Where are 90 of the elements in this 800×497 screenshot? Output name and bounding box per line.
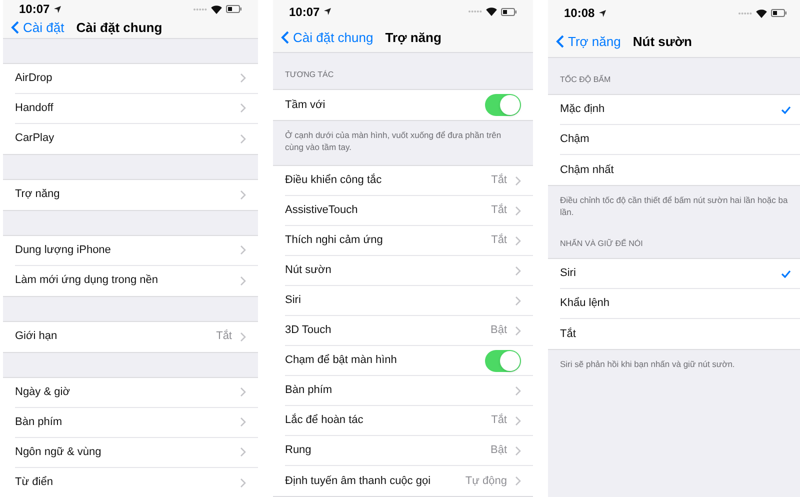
signal-dots-icon	[193, 8, 207, 10]
chevron-left-icon	[11, 21, 19, 34]
nav-title: Trợ năng	[385, 29, 442, 48]
chevron-right-icon[interactable]	[515, 326, 521, 336]
setting-label: Siri	[560, 266, 577, 282]
back-button[interactable]: Trợ năng	[556, 32, 621, 52]
setting-label: Điều khiển công tắc	[285, 172, 383, 188]
chevron-right-icon[interactable]	[240, 245, 246, 255]
setting-label: Giới hạn	[15, 329, 58, 344]
nav-title: Cài đặt chung	[76, 19, 162, 37]
chevron-right-icon[interactable]	[240, 276, 246, 286]
chevron-right-icon[interactable]	[515, 296, 521, 306]
setting-label: Bàn phím	[285, 383, 334, 398]
setting-label: Chậm nhất	[560, 162, 615, 178]
setting-value: Tắt	[491, 232, 507, 248]
chevron-right-icon[interactable]	[515, 416, 521, 426]
setting-value: Tự động	[465, 474, 507, 489]
wifi-icon	[756, 8, 767, 18]
nav-title: Nút sườn	[632, 32, 692, 51]
signal-dots-icon	[738, 12, 752, 14]
section-footer: Điều chỉnh tốc độ cần thiết để bấm nút sườn hai lần hoặc ba lần.	[560, 194, 791, 218]
chevron-left-icon	[281, 31, 289, 44]
setting-label: Rung	[285, 443, 312, 458]
chevron-right-icon[interactable]	[240, 332, 246, 342]
chevron-right-icon[interactable]	[515, 386, 521, 396]
location-arrow-icon	[598, 10, 606, 16]
chevron-right-icon[interactable]	[240, 417, 246, 427]
chevron-right-icon[interactable]	[240, 103, 246, 113]
section-header: NHẤN VÀ GIỮ ĐỂ NÓI	[560, 239, 643, 248]
setting-label: Tắt	[560, 326, 577, 342]
chevron-right-icon[interactable]	[515, 236, 521, 246]
chevron-right-icon[interactable]	[515, 176, 521, 186]
setting-label: Lắc để hoàn tác	[285, 412, 364, 428]
section-footer: Ở cạnh dưới của màn hình, vuốt xuống để đưa phần trên cùng vào tầm tay.	[285, 129, 521, 153]
setting-label: CarPlay	[15, 131, 56, 146]
chevron-right-icon[interactable]	[240, 73, 246, 83]
status-time: 10:07	[289, 4, 320, 21]
wifi-icon	[486, 7, 497, 16]
setting-value: Tắt	[216, 328, 232, 344]
setting-label: Ngôn ngữ & vùng	[15, 444, 102, 460]
setting-value: Tắt	[491, 172, 507, 188]
setting-label: AirDrop	[15, 70, 54, 86]
setting-label: Handoff	[15, 100, 54, 116]
chevron-right-icon[interactable]	[240, 387, 246, 397]
chevron-right-icon[interactable]	[240, 134, 246, 144]
chevron-right-icon[interactable]	[515, 476, 521, 486]
battery-icon	[501, 8, 517, 16]
setting-value: Tắt	[491, 412, 507, 428]
back-button[interactable]: Cài đặt	[11, 18, 64, 38]
setting-label: Trợ năng	[15, 187, 61, 202]
chevron-right-icon[interactable]	[515, 446, 521, 456]
chevron-right-icon[interactable]	[515, 206, 521, 216]
setting-label: Dung lượng iPhone	[15, 242, 112, 258]
signal-dots-icon	[468, 10, 482, 14]
chevron-right-icon[interactable]	[240, 478, 246, 488]
setting-label: Chậm	[560, 132, 590, 148]
battery-icon	[226, 5, 242, 13]
toggle-switch[interactable]	[485, 94, 521, 116]
setting-label: Mặc định	[560, 102, 606, 118]
setting-label: 3D Touch	[285, 323, 332, 338]
wifi-icon	[211, 4, 222, 14]
setting-label: Định tuyến âm thanh cuộc gọi	[285, 474, 432, 489]
setting-label: AssistiveTouch	[285, 203, 359, 218]
setting-label: Siri	[285, 293, 302, 308]
setting-label: Chạm để bật màn hình	[285, 353, 398, 368]
setting-value: Bật	[490, 323, 507, 338]
setting-label: Làm mới ứng dụng trong nền	[15, 273, 159, 288]
status-time: 10:07	[19, 1, 50, 18]
setting-label: Tầm với	[285, 98, 326, 113]
chevron-left-icon	[556, 35, 564, 48]
chevron-right-icon[interactable]	[515, 266, 521, 276]
back-button[interactable]: Cài đặt chung	[281, 28, 374, 48]
chevron-right-icon[interactable]	[240, 190, 246, 200]
chevron-right-icon[interactable]	[240, 447, 246, 457]
section-footer: Siri sẽ phản hồi khi bạn nhấn và giữ nút sườn.	[560, 358, 791, 370]
location-arrow-icon	[324, 8, 331, 16]
status-time: 10:08	[564, 5, 595, 22]
setting-label: Nút sườn	[285, 263, 332, 278]
setting-label: Thích nghi cảm ứng	[285, 233, 384, 248]
setting-label: Khẩu lệnh	[560, 296, 611, 312]
location-arrow-icon	[54, 6, 61, 12]
battery-icon	[771, 9, 787, 17]
section-header: TƯƠNG TÁC	[285, 70, 334, 79]
section-header: TỐC ĐỘ BẤM	[560, 75, 611, 84]
setting-value: Tắt	[491, 202, 507, 218]
setting-label: Bàn phím	[15, 414, 64, 430]
setting-label: Ngày & giờ	[15, 384, 71, 400]
toggle-switch[interactable]	[485, 350, 521, 372]
setting-value: Bật	[490, 443, 507, 458]
setting-label: Từ điển	[15, 475, 54, 490]
